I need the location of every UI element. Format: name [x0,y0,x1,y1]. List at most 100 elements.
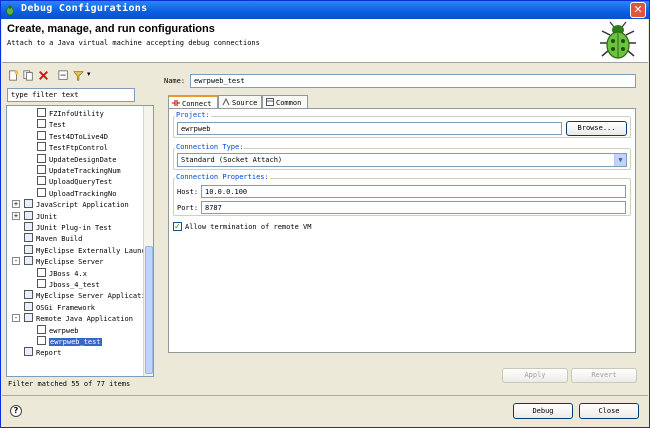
launch-config-icon [37,324,46,334]
apply-button[interactable]: Apply [502,368,568,383]
filter-input[interactable]: type filter text [7,88,135,102]
configuration-name-field[interactable]: ewrpweb_test [190,74,636,88]
tree-item[interactable]: UpdateTrackingNum [37,165,121,176]
source-icon [222,98,230,106]
launch-config-icon [37,336,46,345]
port-field[interactable]: 8787 [201,201,626,214]
tree-item[interactable]: Jboss_4_test [37,279,100,290]
tree-item-label: ewrpweb_test [49,338,102,346]
duplicate-configuration-icon[interactable] [22,69,35,82]
dialog-header: Create, manage, and run configurations A… [2,19,648,63]
debug-bug-icon [600,21,636,59]
host-field[interactable]: 10.0.0.100 [201,185,626,198]
tree-item[interactable]: + JavaScript Application [12,199,129,210]
tree-item-label: OSGi Framework [36,303,96,312]
launch-config-icon [24,233,33,243]
debug-button[interactable]: Debug [513,403,573,419]
tree-item[interactable]: Maven Build [24,233,82,244]
tree-item[interactable]: OSGi Framework [24,301,96,313]
tree-item[interactable]: Test [37,119,66,130]
tree-item[interactable]: ewrpweb [37,324,79,336]
tree-item[interactable]: UploadQueryTest [37,176,112,187]
tab-connect-label: Connect [182,100,212,108]
browse-button[interactable]: Browse... [566,121,627,136]
connection-type-group: Connection Type: Standard (Socket Attach… [173,143,631,170]
tab-common-label: Common [276,99,302,107]
launch-config-icon [24,210,33,220]
connect-tab-content: Project: ewrpweb Browse... Connection Ty… [168,108,636,353]
collapse-all-icon[interactable] [57,69,70,82]
revert-button[interactable]: Revert [571,368,637,383]
tree-item-label: Test4DToLive4D [49,132,109,141]
project-field[interactable]: ewrpweb [177,122,562,135]
tab-common[interactable]: Common [262,95,308,109]
tree-scrollbar[interactable] [143,106,153,376]
launch-config-icon [24,199,33,209]
scrollbar-thumb[interactable] [145,246,153,374]
tree-item[interactable]: JUnit Plug-in Test [24,222,112,233]
launch-config-icon [37,267,46,277]
connection-properties-label: Connection Properties: [175,173,270,181]
allow-termination-checkbox[interactable]: ✓ [173,222,182,231]
tree-item[interactable]: FZInfoUtility [37,108,104,119]
connection-properties-group: Connection Properties: Host: 10.0.0.100 … [173,173,631,216]
tree-item-label: UploadTrackingNo [49,189,117,198]
launch-config-icon [37,176,46,186]
chevron-down-icon[interactable]: ▾ [87,70,91,78]
tree-item[interactable]: MyEclipse Server Applicati [24,290,146,301]
launch-config-icon [24,301,33,311]
tree-item[interactable]: MyEclipse Externally Launc [24,244,146,256]
launch-config-icon [24,256,33,266]
launch-config-icon [37,130,46,140]
launch-config-icon [37,108,46,117]
help-icon[interactable]: ? [10,405,22,417]
tab-source-label: Source [232,99,258,107]
tree-item-label: JUnit [36,212,58,221]
collapse-icon[interactable]: - [12,257,20,266]
tree-item[interactable]: Test4DToLive4D [37,130,109,142]
tree-item-label: UpdateDesignDate [49,155,117,164]
connection-type-select[interactable]: Standard (Socket Attach) ▼ [177,153,627,167]
tree-item-label: UpdateTrackingNum [49,167,121,175]
collapse-icon[interactable]: - [12,314,20,323]
filter-status-text: Filter matched 55 of 77 items [8,380,131,388]
tree-item-selected[interactable]: ewrpweb_test [37,336,102,347]
tree-item[interactable]: Report [24,347,61,358]
header-description: Attach to a Java virtual machine accepti… [7,39,260,47]
expand-icon[interactable]: + [12,211,20,220]
project-label: Project: [175,111,211,119]
tree-item[interactable]: JBoss 4.x [37,267,87,279]
tab-source[interactable]: Source [218,95,262,109]
close-window-icon[interactable]: ✕ [630,2,646,18]
configuration-tree[interactable]: FZInfoUtility Test Test4DToLive4D TestFtpCo… [6,105,154,377]
bug-icon [6,5,14,16]
title-bar[interactable]: Debug Configurations ✕ [1,1,649,19]
tree-item-label: FZInfoUtility [49,110,104,118]
expand-icon[interactable]: + [12,200,20,209]
tree-item-label: Report [36,349,62,358]
allow-termination-label: Allow termination of remote VM [185,223,312,231]
delete-configuration-icon[interactable] [37,69,50,82]
tree-item-label: JUnit Plug-in Test [36,224,112,232]
filter-menu-icon[interactable] [72,69,85,82]
dropdown-arrow-icon[interactable]: ▼ [614,154,626,166]
launch-config-icon [37,142,46,152]
tree-item-label: ewrpweb [49,326,79,335]
tree-item-label: Remote Java Application [36,315,133,324]
new-configuration-icon[interactable] [7,69,20,82]
close-button[interactable]: Close [579,403,639,419]
tree-item-label: TestFtpControl [49,144,109,153]
tree-item[interactable]: UpdateDesignDate [37,153,117,165]
launch-config-icon [37,187,46,197]
configuration-list-panel: ▾ type filter text FZInfoUtility Test Test… [5,67,154,393]
tree-item-label: UploadQueryTest [49,178,113,187]
tree-item[interactable]: UploadTrackingNo [37,187,117,199]
tree-item[interactable]: - Remote Java Application [12,313,133,324]
tree-item-label: MyEclipse Server Applicati [36,292,146,301]
tree-item[interactable]: + JUnit [12,210,58,222]
tree-item[interactable]: TestFtpControl [37,142,108,153]
header-title: Create, manage, and run configurations [7,23,215,35]
launch-config-icon [37,279,46,288]
tree-item[interactable]: - MyEclipse Server [12,256,103,267]
configuration-editor: Name: ewrpweb_test Connect Source Common… [160,67,644,393]
